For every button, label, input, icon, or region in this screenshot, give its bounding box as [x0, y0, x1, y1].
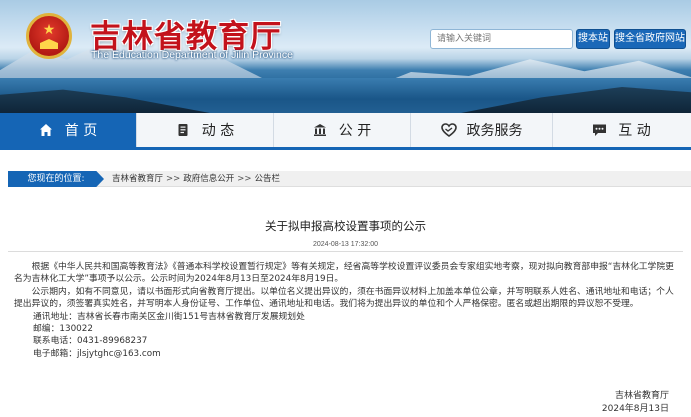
breadcrumb-trail: 吉林省教育厅 >> 政府信息公开 >> 公告栏 [112, 171, 280, 187]
breadcrumb: 您现在的位置: 吉林省教育厅 >> 政府信息公开 >> 公告栏 [8, 171, 691, 187]
search-input[interactable] [430, 29, 573, 49]
header-banner: ★ 吉林省教育厅 The Education Department of Jil… [0, 0, 691, 113]
article-paragraph: 公示期内，如有不同意见，请以书面形式向省教育厅提出。以单位名义提出异议的，须在书… [14, 286, 674, 310]
contact-address: 通讯地址：吉林省长春市南关区金川街151号吉林省教育厅发展规划处 [33, 311, 305, 322]
signature-organization: 吉林省教育厅 [614, 391, 669, 401]
nav-item-interaction[interactable]: 互 动 [553, 113, 690, 147]
breadcrumb-separator: >> [166, 174, 181, 184]
breadcrumb-disclosure-link[interactable]: 政府信息公开 [183, 174, 234, 184]
nav-item-label: 政务服务 [466, 123, 523, 139]
main-nav: 首 页 动 态 公 开 政务服务 互 动 [0, 113, 691, 150]
government-building-icon [313, 123, 327, 137]
article-title: 关于拟申报高校设置事项的公示 [265, 219, 426, 233]
national-emblem-icon: ★ [26, 13, 72, 59]
site-subtitle: The Education Department of Jilin Provin… [91, 49, 293, 61]
search-gov-sites-button[interactable]: 搜全省政府网站 [614, 29, 686, 49]
nav-item-label: 首 页 [64, 123, 98, 139]
article-datetime: 2024-08-13 17:32:00 [313, 241, 378, 248]
handshake-icon [440, 123, 457, 137]
nav-item-services[interactable]: 政务服务 [411, 113, 552, 147]
article-divider [8, 251, 683, 252]
breadcrumb-home-link[interactable]: 吉林省教育厅 [112, 174, 163, 184]
nav-item-news[interactable]: 动 态 [137, 113, 273, 147]
contact-email: 电子邮箱：jlsjytghc@163.com [33, 348, 161, 359]
document-icon [176, 123, 190, 137]
nav-item-label: 互 动 [618, 123, 651, 139]
banner-lake [0, 78, 691, 113]
article-paragraph: 根据《中华人民共和国高等教育法》《普通本科学校设置暂行规定》等有关规定，经省高等… [14, 262, 674, 285]
breadcrumb-notice-link[interactable]: 公告栏 [255, 174, 281, 184]
nav-item-home[interactable]: 首 页 [0, 113, 136, 147]
contact-phone: 联系电话：0431-89968237 [33, 336, 148, 347]
breadcrumb-separator: >> [237, 174, 252, 184]
nav-item-label: 动 态 [201, 123, 235, 139]
nav-item-label: 公 开 [338, 123, 372, 139]
nav-item-disclosure[interactable]: 公 开 [274, 113, 410, 147]
location-label: 您现在的位置: [8, 171, 104, 187]
contact-postcode: 邮编：130022 [33, 324, 93, 335]
signature-date: 2024年8月13日 [601, 404, 669, 414]
home-icon [39, 123, 53, 137]
chat-icon [592, 123, 607, 137]
article-body: 根据《中华人民共和国高等教育法》《普通本科学校设置暂行规定》等有关规定，经省高等… [14, 261, 674, 360]
search-site-button[interactable]: 搜本站 [576, 29, 610, 49]
